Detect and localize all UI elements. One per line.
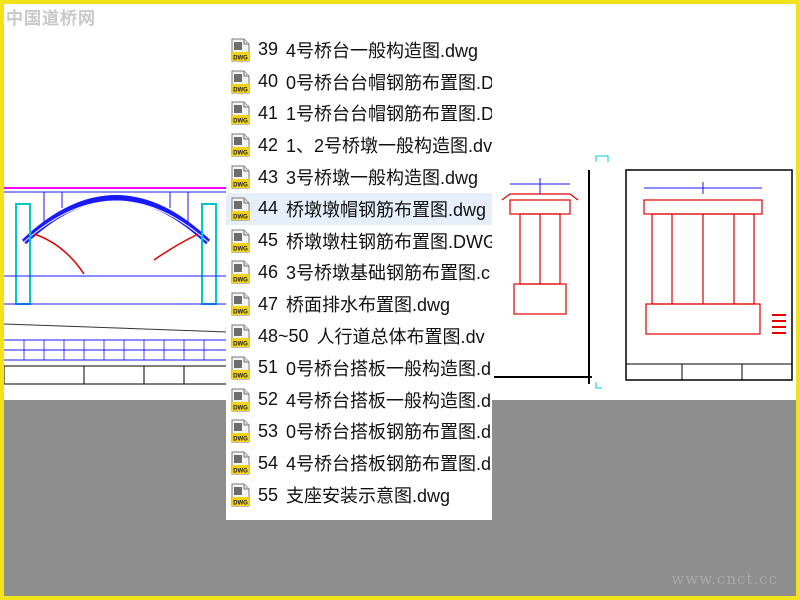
file-number: 41 [258, 102, 279, 123]
watermark-logo: 中国道桥网 [6, 9, 96, 29]
dwg-file-icon: DWG [231, 483, 250, 507]
svg-text:DWG: DWG [233, 437, 248, 443]
dwg-file-icon: DWG [231, 229, 250, 253]
svg-text:DWG: DWG [233, 246, 248, 252]
pier-section-drawing [490, 164, 592, 386]
file-row[interactable]: DWG 42 1、2号桥墩一般构造图.dv [226, 129, 492, 161]
file-row[interactable]: DWG 39 4号桥台一般构造图.dwg [226, 34, 492, 66]
svg-text:DWG: DWG [233, 310, 248, 316]
screenshot-frame: 中国道桥网 www.cnct.cc DWG 39 4号桥台一般构造图.dwg DWG 4… [4, 4, 796, 596]
svg-text:DWG: DWG [233, 373, 248, 379]
file-number: 39 [258, 39, 279, 60]
file-name: 4号桥台搭板钢筋布置图.d [286, 454, 492, 475]
svg-text:DWG: DWG [233, 405, 248, 411]
svg-text:DWG: DWG [233, 342, 248, 348]
file-list: DWG 39 4号桥台一般构造图.dwg DWG 40 0号桥台台帽钢筋布置图.D DWG 4… [226, 34, 492, 520]
file-number: 43 [258, 166, 279, 187]
svg-text:DWG: DWG [233, 278, 248, 284]
file-row[interactable]: DWG 47 桥面排水布置图.dwg [226, 288, 492, 320]
file-number: 54 [258, 452, 279, 473]
dwg-file-icon: DWG [231, 451, 250, 475]
dwg-file-icon: DWG [231, 324, 250, 348]
file-row[interactable]: DWG 52 4号桥台搭板一般构造图.d [226, 384, 492, 416]
dwg-file-icon: DWG [231, 165, 250, 189]
dwg-file-icon: DWG [231, 133, 250, 157]
file-row[interactable]: DWG 41 1号桥台台帽钢筋布置图.D [226, 98, 492, 130]
dwg-file-icon: DWG [231, 197, 250, 221]
file-number: 53 [258, 420, 279, 441]
file-name: 1号桥台台帽钢筋布置图.D [286, 104, 492, 125]
file-name: 桥面排水布置图.dwg [286, 295, 451, 316]
file-name: 人行道总体布置图.dv [316, 327, 485, 348]
dwg-file-icon: DWG [231, 292, 250, 316]
file-row[interactable]: DWG 48~50 人行道总体布置图.dv [226, 320, 492, 352]
file-name: 4号桥台一般构造图.dwg [286, 40, 479, 61]
file-row[interactable]: DWG 45 桥墩墩柱钢筋布置图.DWG [226, 225, 492, 257]
dwg-file-icon: DWG [231, 38, 250, 62]
file-number: 46 [258, 261, 279, 282]
dwg-file-icon: DWG [231, 260, 250, 284]
svg-text:DWG: DWG [233, 151, 248, 157]
file-number: 55 [258, 484, 279, 505]
file-name: 3号桥墩一般构造图.dwg [286, 168, 479, 189]
file-number: 52 [258, 389, 279, 410]
file-name: 4号桥台搭板一般构造图.d [286, 390, 492, 411]
file-name: 0号桥台搭板钢筋布置图.d [286, 422, 492, 443]
file-row[interactable]: DWG 53 0号桥台搭板钢筋布置图.d [226, 416, 492, 448]
file-number: 45 [258, 230, 279, 251]
file-name: 3号桥墩基础钢筋布置图.c [286, 263, 491, 284]
file-row[interactable]: DWG 44 桥墩墩帽钢筋布置图.dwg [226, 192, 492, 225]
file-row[interactable]: DWG 40 0号桥台台帽钢筋布置图.D [226, 66, 492, 98]
svg-text:DWG: DWG [233, 87, 248, 93]
file-name: 0号桥台台帽钢筋布置图.D [286, 72, 492, 93]
file-row[interactable]: DWG 43 3号桥墩一般构造图.dwg [226, 161, 492, 193]
file-number: 48~50 [258, 325, 309, 346]
file-name: 0号桥台搭板一般构造图.d [286, 358, 492, 379]
watermark-url: www.cnct.cc [671, 570, 778, 588]
file-row[interactable]: DWG 46 3号桥墩基础钢筋布置图.c [226, 257, 492, 289]
file-row[interactable]: DWG 54 4号桥台搭板钢筋布置图.d [226, 447, 492, 479]
dwg-file-icon: DWG [231, 419, 250, 443]
pier-cap-rebar-drawing [622, 164, 796, 386]
file-name: 桥墩墩帽钢筋布置图.dwg [286, 199, 487, 220]
svg-text:DWG: DWG [233, 501, 248, 507]
svg-text:DWG: DWG [233, 214, 248, 220]
svg-text:DWG: DWG [233, 119, 248, 125]
file-row[interactable]: DWG 55 支座安装示意图.dwg [226, 479, 492, 511]
file-name: 支座安装示意图.dwg [286, 486, 451, 507]
dwg-file-icon: DWG [231, 101, 250, 125]
file-number: 44 [258, 198, 279, 219]
arch-bridge-drawing [4, 164, 228, 388]
file-name: 1、2号桥墩一般构造图.dv [286, 136, 492, 157]
crop-marks [595, 155, 609, 389]
file-number: 40 [258, 71, 279, 92]
dwg-file-icon: DWG [231, 356, 250, 380]
svg-text:DWG: DWG [233, 469, 248, 475]
file-number: 47 [258, 293, 279, 314]
file-name: 桥墩墩柱钢筋布置图.DWG [286, 231, 492, 252]
file-number: 51 [258, 357, 279, 378]
svg-text:DWG: DWG [233, 183, 248, 189]
dwg-file-icon: DWG [231, 70, 250, 94]
svg-text:DWG: DWG [233, 55, 248, 61]
file-row[interactable]: DWG 51 0号桥台搭板一般构造图.d [226, 352, 492, 384]
dwg-file-icon: DWG [231, 388, 250, 412]
file-number: 42 [258, 134, 279, 155]
